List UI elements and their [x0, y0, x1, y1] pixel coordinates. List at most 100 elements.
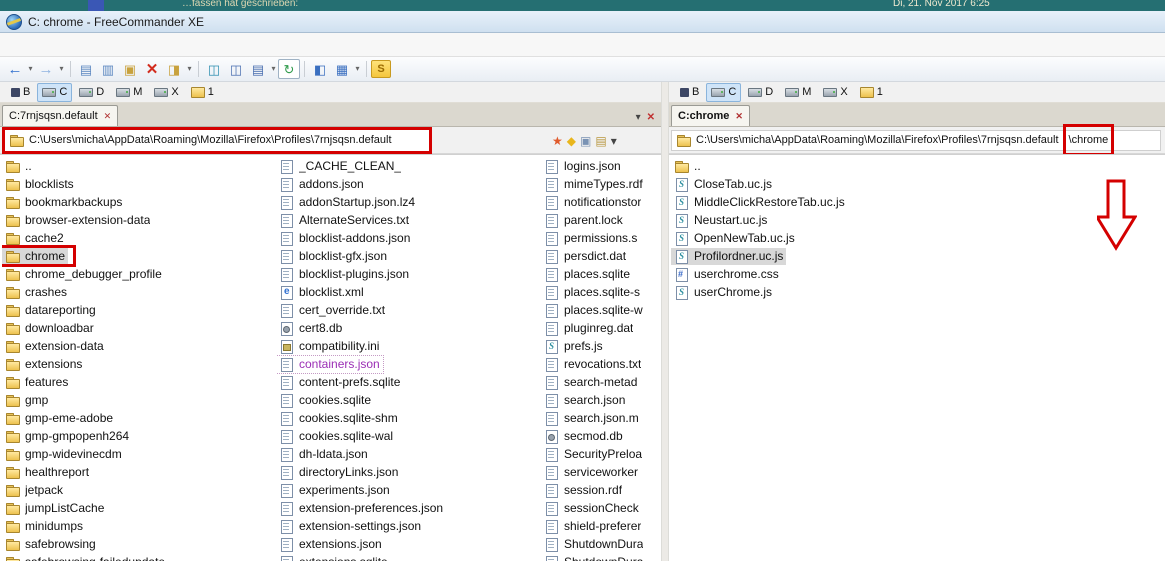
extensions.json[interactable]: extensions.json: [276, 535, 540, 553]
tab-close-icon[interactable]: ✕: [104, 111, 112, 122]
panel-close-icon[interactable]: ✕: [647, 112, 655, 123]
chrome_debugger_profile[interactable]: chrome_debugger_profile: [2, 265, 274, 283]
logins.json[interactable]: logins.json: [541, 157, 661, 175]
new-folder-icon[interactable]: ▤: [75, 58, 97, 80]
menu-item[interactable]: [84, 42, 104, 48]
back-dropdown-icon[interactable]: ▾: [26, 58, 35, 80]
view-dropdown-icon[interactable]: ▾: [269, 58, 278, 80]
drive-button[interactable]: 1: [855, 83, 888, 102]
prefs.js[interactable]: prefs.js: [541, 337, 661, 355]
menu-item[interactable]: [104, 42, 124, 48]
places.sqlite[interactable]: places.sqlite: [541, 265, 661, 283]
search-metad[interactable]: search-metad: [541, 373, 661, 391]
tab-left-folder[interactable]: C:7rnjsqsn.default ✕: [2, 105, 118, 126]
extensions[interactable]: extensions: [2, 355, 274, 373]
parent.lock[interactable]: parent.lock: [541, 211, 661, 229]
dh-ldata.json[interactable]: dh-ldata.json: [276, 445, 540, 463]
ShutdownDura[interactable]: ShutdownDura: [541, 553, 661, 561]
gmp-eme-adobe[interactable]: gmp-eme-adobe: [2, 409, 274, 427]
blocklist.xml[interactable]: blocklist.xml: [276, 283, 540, 301]
blocklist-plugins.json[interactable]: blocklist-plugins.json: [276, 265, 540, 283]
delete-icon[interactable]: ✕: [141, 58, 163, 80]
drive-button[interactable]: X: [818, 83, 852, 102]
drive-button[interactable]: X: [149, 83, 183, 102]
sessionCheck[interactable]: sessionCheck: [541, 499, 661, 517]
blocklist-addons.json[interactable]: blocklist-addons.json: [276, 229, 540, 247]
toolbar-separator[interactable]: [300, 59, 309, 79]
revocations.txt[interactable]: revocations.txt: [541, 355, 661, 373]
cert8.db[interactable]: cert8.db: [276, 319, 540, 337]
new-tab-icon[interactable]: ▤: [595, 134, 606, 148]
addons.json[interactable]: addons.json: [276, 175, 540, 193]
minidumps[interactable]: minidumps: [2, 517, 274, 535]
session.rdf[interactable]: session.rdf: [541, 481, 661, 499]
userChrome.js[interactable]: userChrome.js: [671, 283, 1165, 301]
drive-button[interactable]: 1: [186, 83, 219, 102]
safebrowsing-failedupdate[interactable]: safebrowsing-failedupdate: [2, 553, 274, 561]
secmod.db[interactable]: secmod.db: [541, 427, 661, 445]
extension-settings.json[interactable]: extension-settings.json: [276, 517, 540, 535]
drive-button[interactable]: M: [780, 83, 816, 102]
cookies.sqlite[interactable]: cookies.sqlite: [276, 391, 540, 409]
tab-list-dropdown-icon[interactable]: ▾: [636, 112, 641, 123]
forward-icon[interactable]: →: [35, 58, 57, 80]
menu-item[interactable]: [44, 42, 64, 48]
addonStartup.json.lz4[interactable]: addonStartup.json.lz4: [276, 193, 540, 211]
..[interactable]: ..: [671, 157, 1165, 175]
experiments.json[interactable]: experiments.json: [276, 481, 540, 499]
blocklist-gfx.json[interactable]: blocklist-gfx.json: [276, 247, 540, 265]
Neustart.uc.js[interactable]: Neustart.uc.js: [671, 211, 1165, 229]
content-prefs.sqlite[interactable]: content-prefs.sqlite: [276, 373, 540, 391]
history-icon[interactable]: ◆: [567, 134, 576, 148]
jetpack[interactable]: jetpack: [2, 481, 274, 499]
right-path-field[interactable]: C:\Users\micha\AppData\Roaming\Mozilla\F…: [671, 130, 1161, 151]
drive-button[interactable]: B: [675, 83, 704, 102]
persdict.dat[interactable]: persdict.dat: [541, 247, 661, 265]
permissions.s[interactable]: permissions.s: [541, 229, 661, 247]
cookies.sqlite-wal[interactable]: cookies.sqlite-wal: [276, 427, 540, 445]
MiddleClickRestoreTab.uc.js[interactable]: MiddleClickRestoreTab.uc.js: [671, 193, 1165, 211]
favorites-icon[interactable]: ★: [552, 134, 563, 148]
serviceworker[interactable]: serviceworker: [541, 463, 661, 481]
refresh-icon[interactable]: ↻: [278, 59, 300, 79]
Profilordner.uc.js[interactable]: Profilordner.uc.js: [671, 247, 1165, 265]
bookmarkbackups[interactable]: bookmarkbackups: [2, 193, 274, 211]
SecurityPreloa[interactable]: SecurityPreloa: [541, 445, 661, 463]
list-view-icon[interactable]: ▤: [247, 58, 269, 80]
search.json.m[interactable]: search.json.m: [541, 409, 661, 427]
toolbar-separator[interactable]: [66, 59, 75, 79]
extension-data[interactable]: extension-data: [2, 337, 274, 355]
search.json[interactable]: search.json: [541, 391, 661, 409]
..[interactable]: ..: [2, 157, 274, 175]
menu-item[interactable]: [4, 42, 24, 48]
jumpListCache[interactable]: jumpListCache: [2, 499, 274, 517]
_CACHE_CLEAN_[interactable]: _CACHE_CLEAN_: [276, 157, 540, 175]
extension-preferences.json[interactable]: extension-preferences.json: [276, 499, 540, 517]
blocklists[interactable]: blocklists: [2, 175, 274, 193]
copy-icon[interactable]: ▣: [119, 58, 141, 80]
mimeTypes.rdf[interactable]: mimeTypes.rdf: [541, 175, 661, 193]
toolbar-separator[interactable]: [362, 59, 371, 79]
menu-item[interactable]: [64, 42, 84, 48]
tree-view-icon[interactable]: ◫: [225, 58, 247, 80]
AlternateServices.txt[interactable]: AlternateServices.txt: [276, 211, 540, 229]
grid-view-icon[interactable]: ▦: [331, 58, 353, 80]
layout-icon[interactable]: ◧: [309, 58, 331, 80]
ShutdownDura[interactable]: ShutdownDura: [541, 535, 661, 553]
sync-icon[interactable]: S: [371, 60, 391, 78]
safebrowsing[interactable]: safebrowsing: [2, 535, 274, 553]
grid-dropdown-icon[interactable]: ▾: [353, 58, 362, 80]
downloadbar[interactable]: downloadbar: [2, 319, 274, 337]
drive-button[interactable]: M: [111, 83, 147, 102]
gmp[interactable]: gmp: [2, 391, 274, 409]
cookies.sqlite-shm[interactable]: cookies.sqlite-shm: [276, 409, 540, 427]
search-dropdown-icon[interactable]: ▾: [185, 58, 194, 80]
containers.json[interactable]: containers.json: [276, 355, 540, 373]
drive-button[interactable]: D: [743, 83, 778, 102]
features[interactable]: features: [2, 373, 274, 391]
drive-button[interactable]: B: [6, 83, 35, 102]
edit-icon[interactable]: ▥: [97, 58, 119, 80]
places.sqlite-s[interactable]: places.sqlite-s: [541, 283, 661, 301]
gmp-gmpopenh264[interactable]: gmp-gmpopenh264: [2, 427, 274, 445]
healthreport[interactable]: healthreport: [2, 463, 274, 481]
